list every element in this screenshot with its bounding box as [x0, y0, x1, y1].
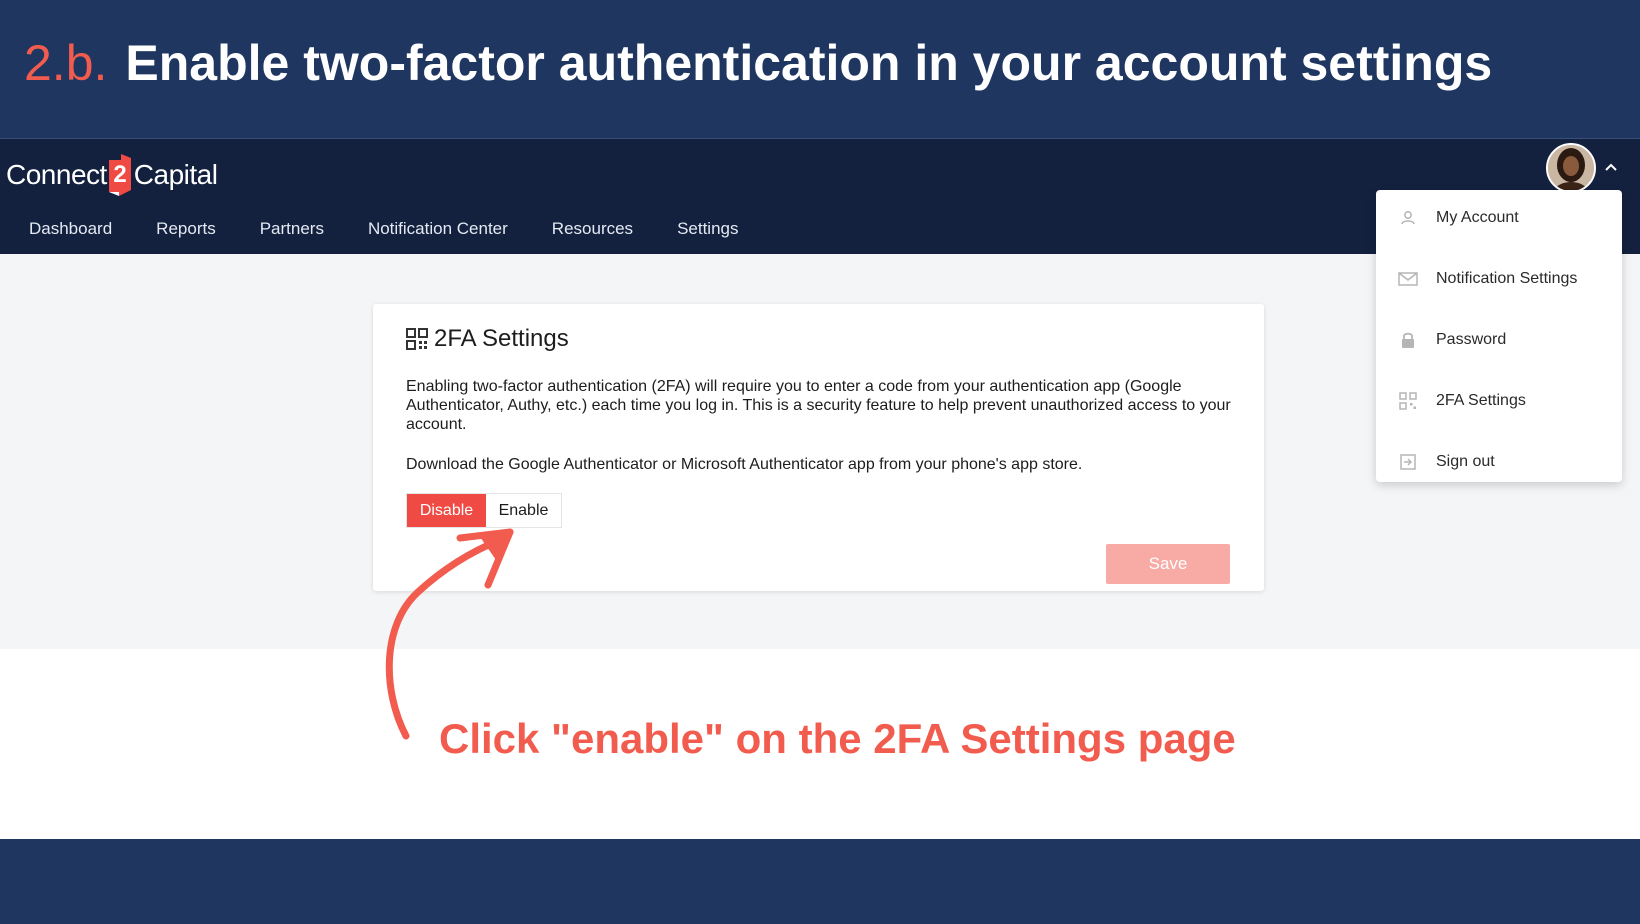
user-dropdown-menu: My Account Notification Settings Passwor…	[1376, 190, 1622, 482]
slide-title: 2.b. Enable two-factor authentication in …	[24, 34, 1492, 92]
nav-partners[interactable]: Partners	[260, 219, 324, 239]
chevron-up-icon[interactable]	[1602, 159, 1620, 177]
save-button[interactable]: Save	[1106, 544, 1230, 584]
nav-reports[interactable]: Reports	[156, 219, 216, 239]
callout-panel: Click "enable" on the 2FA Settings page	[0, 649, 1640, 839]
qr-code-icon	[1399, 392, 1417, 410]
card-title: 2FA Settings	[434, 325, 569, 352]
menu-item-my-account[interactable]: My Account	[1376, 198, 1622, 238]
menu-label: My Account	[1436, 209, 1519, 226]
app-screen: Connect 2 Capital Dashboard Reports Part…	[0, 138, 1640, 649]
menu-item-sign-out[interactable]: Sign out	[1376, 442, 1622, 482]
logo-mark: 2	[108, 154, 131, 196]
user-avatar[interactable]	[1546, 143, 1596, 193]
nav-dashboard[interactable]: Dashboard	[29, 219, 112, 239]
nav-notification-center[interactable]: Notification Center	[368, 219, 508, 239]
menu-item-password[interactable]: Password	[1376, 320, 1622, 360]
menu-label: Sign out	[1436, 453, 1495, 470]
user-icon	[1401, 211, 1415, 225]
main-nav: Dashboard Reports Partners Notification …	[29, 219, 783, 239]
card-description: Enabling two-factor authentication (2FA)…	[406, 378, 1231, 433]
nav-resources[interactable]: Resources	[552, 219, 633, 239]
qr-code-icon	[406, 328, 428, 350]
slide-header: 2.b. Enable two-factor authentication in …	[0, 0, 1640, 138]
logo-mark-number: 2	[113, 161, 127, 188]
logo[interactable]: Connect 2 Capital	[6, 153, 218, 197]
menu-label: Notification Settings	[1436, 270, 1578, 287]
envelope-icon	[1398, 272, 1418, 286]
2fa-toggle: Disable Enable	[406, 493, 562, 528]
menu-item-notification-settings[interactable]: Notification Settings	[1376, 259, 1622, 299]
card-header: 2FA Settings	[406, 325, 569, 353]
logo-text-right: Capital	[133, 159, 218, 190]
callout-text: Click "enable" on the 2FA Settings page	[439, 715, 1236, 762]
step-number: 2.b.	[24, 35, 108, 91]
2fa-settings-card: 2FA Settings Enabling two-factor authent…	[373, 304, 1264, 591]
nav-settings[interactable]: Settings	[677, 219, 738, 239]
menu-item-2fa-settings[interactable]: 2FA Settings	[1376, 381, 1622, 421]
enable-button[interactable]: Enable	[486, 494, 561, 527]
disable-button[interactable]: Disable	[407, 494, 486, 527]
bottom-band	[0, 839, 1640, 924]
menu-label: 2FA Settings	[1436, 392, 1526, 409]
menu-label: Password	[1436, 331, 1507, 348]
download-note: Download the Google Authenticator or Mic…	[406, 456, 1083, 473]
step-title: Enable two-factor authentication in your…	[125, 35, 1493, 91]
sign-out-icon	[1400, 454, 1416, 470]
lock-icon	[1402, 332, 1414, 348]
logo-text-left: Connect	[6, 159, 107, 190]
